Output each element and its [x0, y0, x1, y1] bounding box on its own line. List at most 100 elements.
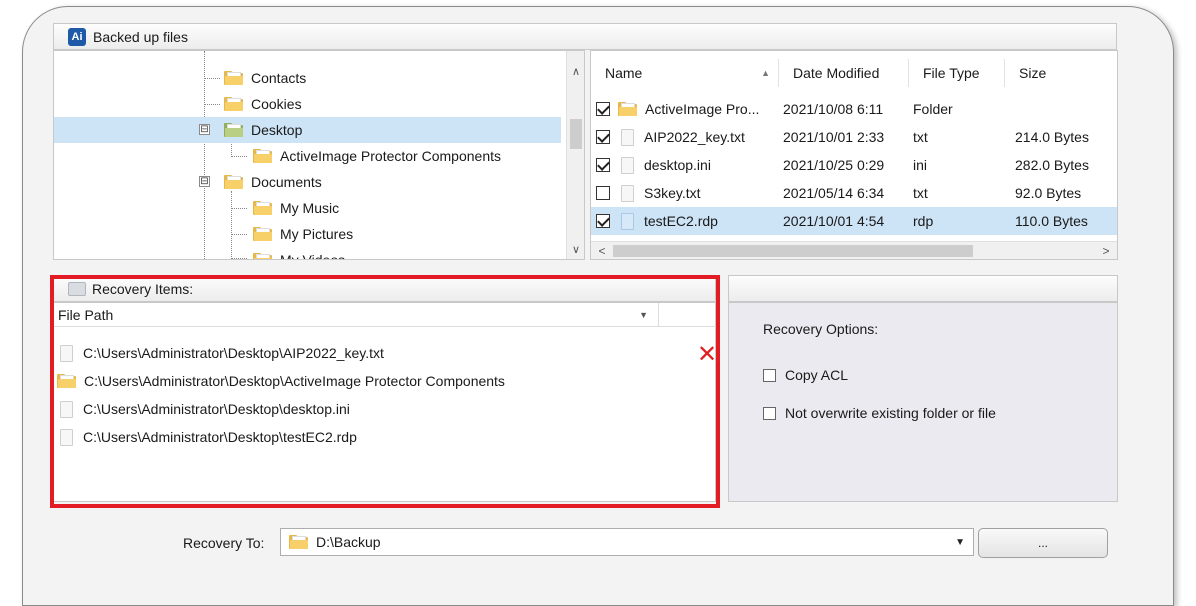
- list-item[interactable]: C:\Users\Administrator\Desktop\ActiveIma…: [57, 367, 505, 395]
- file-date: 2021/10/01 4:54: [783, 213, 885, 229]
- tree-connector: [231, 234, 247, 235]
- app-logo-icon: Ai: [68, 27, 86, 46]
- file-path: C:\Users\Administrator\Desktop\AIP2022_k…: [83, 345, 384, 361]
- table-row[interactable]: AIP2022_key.txt 2021/10/01 2:33 txt 214.…: [591, 123, 1117, 151]
- file-type: ini: [913, 157, 928, 173]
- browse-button[interactable]: ...: [978, 528, 1108, 558]
- sort-dropdown-icon[interactable]: ▼: [639, 310, 648, 320]
- tree-item-activeimage-components[interactable]: ActiveImage Protector Components: [253, 143, 501, 169]
- recovery-options-panel: Recovery Options: Copy ACL Not overwrite…: [728, 302, 1118, 502]
- tree-item-desktop[interactable]: ⊟ Desktop: [54, 117, 561, 143]
- tree-item-my-pictures[interactable]: My Pictures: [253, 221, 353, 247]
- file-name: AIP2022_key.txt: [644, 129, 745, 145]
- folder-icon: [253, 149, 272, 163]
- tree-item-label: Desktop: [251, 122, 303, 138]
- column-header-size[interactable]: Size: [1005, 59, 1117, 87]
- tree-item-label: My Videos: [280, 252, 346, 260]
- folder-icon: [224, 71, 243, 85]
- folder-icon: [289, 535, 308, 549]
- file-name: S3key.txt: [644, 185, 701, 201]
- recovery-to-select[interactable]: D:\Backup ▼: [280, 528, 974, 556]
- tree-item-documents[interactable]: ⊟ Documents: [54, 169, 561, 195]
- file-list-horizontal-scrollbar[interactable]: < >: [591, 241, 1117, 259]
- recovery-to-label: Recovery To:: [183, 535, 265, 551]
- copy-acl-checkbox[interactable]: [763, 368, 776, 382]
- folder-tree[interactable]: Contacts Cookies ⊟ Desktop ActiveImage P…: [53, 50, 585, 260]
- scroll-thumb[interactable]: [613, 245, 973, 257]
- not-overwrite-label: Not overwrite existing folder or file: [785, 405, 996, 421]
- tree-item-label: Cookies: [251, 96, 302, 112]
- scroll-thumb[interactable]: [570, 119, 582, 149]
- tree-item-my-music[interactable]: My Music: [253, 195, 339, 221]
- file-list[interactable]: Name ▲ Date Modified File Type Size Acti…: [590, 50, 1118, 260]
- not-overwrite-option[interactable]: Not overwrite existing folder or file: [763, 405, 996, 421]
- folder-icon: [253, 227, 272, 241]
- column-label: Size: [1019, 65, 1047, 81]
- tree-connector: [204, 78, 220, 79]
- tree-item-label: My Music: [280, 200, 340, 216]
- tree-connector: [204, 104, 220, 105]
- file-icon: [60, 428, 73, 446]
- column-label: File Path: [58, 306, 114, 323]
- table-row[interactable]: S3key.txt 2021/05/14 6:34 txt 92.0 Bytes: [591, 179, 1117, 207]
- row-checkbox[interactable]: [596, 186, 610, 200]
- list-item[interactable]: C:\Users\Administrator\Desktop\AIP2022_k…: [60, 339, 384, 367]
- scroll-up-icon[interactable]: ∧: [567, 65, 584, 78]
- tree-item-label: Documents: [251, 174, 322, 190]
- recovery-to-value: D:\Backup: [316, 534, 381, 550]
- row-checkbox[interactable]: [596, 214, 610, 228]
- file-type: Folder: [913, 101, 953, 117]
- tree-item-cookies[interactable]: Cookies: [224, 91, 302, 117]
- column-header-file-path[interactable]: File Path ▼: [54, 303, 659, 327]
- table-row[interactable]: ActiveImage Pro... 2021/10/08 6:11 Folde…: [591, 95, 1117, 123]
- file-date: 2021/05/14 6:34: [783, 185, 885, 201]
- list-item[interactable]: C:\Users\Administrator\Desktop\testEC2.r…: [60, 423, 357, 451]
- remove-item-icon[interactable]: ✕: [697, 343, 717, 367]
- recovery-options-header: [728, 275, 1118, 302]
- chevron-down-icon[interactable]: ▼: [955, 537, 965, 548]
- tree-connector: [204, 51, 205, 259]
- list-item[interactable]: C:\Users\Administrator\Desktop\desktop.i…: [60, 395, 350, 423]
- tree-item-label: My Pictures: [280, 226, 354, 242]
- file-name: testEC2.rdp: [644, 213, 718, 229]
- file-type: rdp: [913, 213, 934, 229]
- tree-item-label: Contacts: [251, 70, 307, 86]
- recovery-items-title: Recovery Items:: [92, 280, 194, 297]
- tree-connector: [231, 191, 232, 259]
- recovery-items-list[interactable]: File Path ▼ C:\Users\Administrator\Deskt…: [53, 302, 717, 502]
- collapse-icon[interactable]: ⊟: [199, 176, 210, 187]
- tree-item-contacts[interactable]: Contacts: [224, 65, 306, 91]
- scroll-left-icon[interactable]: <: [593, 244, 611, 258]
- table-row[interactable]: desktop.ini 2021/10/25 0:29 ini 282.0 By…: [591, 151, 1117, 179]
- folder-icon: [57, 374, 76, 388]
- tree-vertical-scrollbar[interactable]: ∧ ∨: [566, 51, 584, 259]
- row-checkbox[interactable]: [596, 102, 610, 116]
- row-checkbox[interactable]: [596, 130, 610, 144]
- column-header-date[interactable]: Date Modified: [779, 59, 909, 87]
- recovery-items-icon: [68, 281, 86, 296]
- folder-icon: [224, 97, 243, 111]
- copy-acl-option[interactable]: Copy ACL: [763, 367, 848, 383]
- file-icon: [60, 400, 73, 418]
- file-size: 282.0 Bytes: [1015, 157, 1089, 173]
- folder-icon: [224, 123, 243, 137]
- folder-icon: [224, 175, 243, 189]
- column-header-name[interactable]: Name ▲: [591, 59, 779, 87]
- copy-acl-label: Copy ACL: [785, 367, 849, 383]
- column-header-type[interactable]: File Type: [909, 59, 1005, 87]
- file-size: 110.0 Bytes: [1015, 213, 1088, 229]
- not-overwrite-checkbox[interactable]: [763, 406, 776, 420]
- tree-item-my-videos[interactable]: My Videos: [253, 247, 346, 260]
- collapse-icon[interactable]: ⊟: [199, 124, 210, 135]
- table-row[interactable]: testEC2.rdp 2021/10/01 4:54 rdp 110.0 By…: [591, 207, 1117, 235]
- scroll-right-icon[interactable]: >: [1097, 244, 1115, 258]
- tree-item-label: ActiveImage Protector Components: [280, 148, 501, 164]
- backed-up-files-title: Backed up files: [93, 28, 188, 45]
- row-checkbox[interactable]: [596, 158, 610, 172]
- scroll-down-icon[interactable]: ∨: [567, 243, 584, 256]
- recovery-options-title: Recovery Options:: [763, 321, 879, 337]
- column-label: Name: [605, 65, 643, 81]
- file-path: C:\Users\Administrator\Desktop\testEC2.r…: [83, 429, 357, 445]
- recovery-items-header: Recovery Items:: [53, 275, 716, 302]
- backed-up-files-header: Ai Backed up files: [53, 23, 1117, 50]
